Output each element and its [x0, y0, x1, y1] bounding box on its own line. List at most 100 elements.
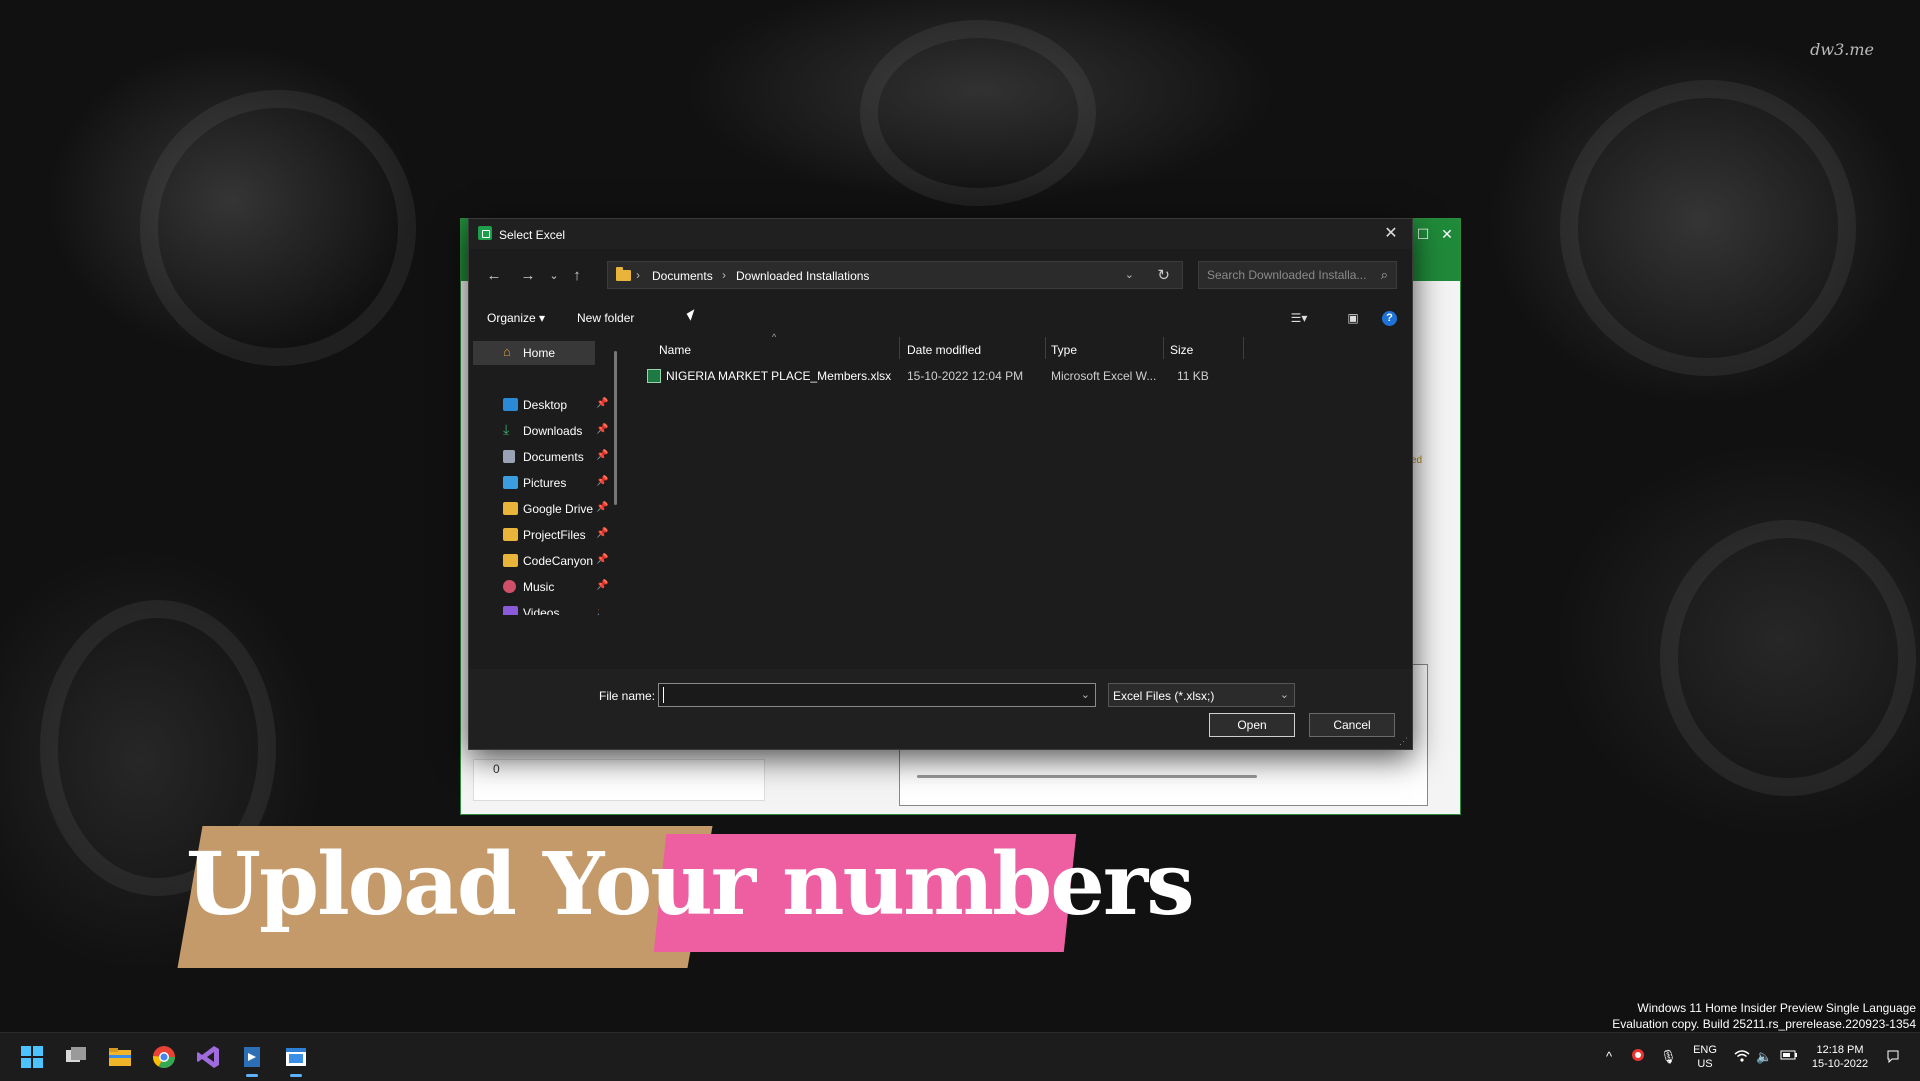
nav-item-videos[interactable]: Videos 📌 [469, 601, 599, 615]
column-divider[interactable] [1045, 337, 1046, 359]
active-app-icon[interactable] [280, 1041, 312, 1077]
column-divider[interactable] [1163, 337, 1164, 359]
home-icon: ⌂ [503, 344, 511, 359]
nav-item-label: Desktop [523, 398, 568, 412]
breadcrumb-separator: › [636, 268, 640, 282]
ornament-swirl [860, 20, 1096, 206]
preview-pane-icon[interactable]: ▣ [1341, 307, 1365, 329]
breadcrumb-downloaded-installations[interactable]: Downloaded Installations [736, 269, 869, 283]
file-date: 15-10-2022 12:04 PM [907, 369, 1024, 383]
cancel-button[interactable]: Cancel [1309, 713, 1395, 737]
nav-item-label: Downloads [523, 424, 583, 438]
nav-item-downloads[interactable]: ⤓ Downloads 📌 [469, 419, 608, 443]
open-button[interactable]: Open [1209, 713, 1295, 737]
excel-app-icon [478, 226, 492, 240]
clock-time: 12:18 PM [1816, 1044, 1864, 1056]
pin-icon: 📌 [596, 424, 609, 435]
nav-item-label: Music [523, 580, 555, 594]
address-bar[interactable]: › Documents › Downloaded Installations ⌄… [607, 261, 1183, 289]
nav-item-projectfiles[interactable]: ProjectFiles 📌 [469, 523, 608, 547]
resize-grip-icon[interactable]: ⋰ [1399, 736, 1408, 747]
breadcrumb-documents[interactable]: Documents [652, 269, 713, 283]
column-type[interactable]: Type [1051, 343, 1077, 357]
visual-studio-icon[interactable] [192, 1041, 224, 1073]
nav-item-home[interactable]: ⌂ Home [473, 341, 595, 365]
clock[interactable]: 12:18 PM 15-10-2022 [1808, 1043, 1872, 1071]
videos-icon [503, 606, 518, 615]
refresh-icon[interactable]: ↻ [1157, 266, 1170, 284]
search-box[interactable]: ⌕ [1198, 261, 1397, 289]
chevron-down-icon[interactable]: ⌄ [1125, 268, 1134, 281]
column-date-modified[interactable]: Date modified [907, 343, 981, 357]
music-icon [503, 580, 516, 593]
nav-item-music[interactable]: Music 📌 [469, 575, 608, 599]
column-size[interactable]: Size [1170, 343, 1193, 357]
forward-icon[interactable]: → [517, 265, 539, 287]
clock-date: 15-10-2022 [1811, 1058, 1869, 1070]
nav-scrollbar[interactable] [614, 351, 617, 505]
new-folder-button[interactable]: New folder [577, 311, 634, 325]
nav-item-label: Documents [523, 450, 584, 464]
evaluation-line-2: Evaluation copy. Build 25211.rs_prerelea… [1612, 1017, 1916, 1031]
pin-icon: 📌 [596, 398, 609, 409]
nav-item-desktop[interactable]: Desktop 📌 [469, 393, 608, 417]
recent-locations-icon[interactable]: ⌄ [543, 265, 565, 287]
show-hidden-icons[interactable]: ^ [1606, 1049, 1612, 1064]
battery-icon[interactable] [1780, 1049, 1798, 1064]
file-name-combobox[interactable]: ⌄ [658, 683, 1096, 707]
file-row[interactable]: NIGERIA MARKET PLACE_Members.xlsx 15-10-… [647, 365, 1367, 387]
file-type-value: Excel Files (*.xlsx;) [1113, 689, 1215, 703]
nav-item-google-drive[interactable]: Google Drive 📌 [469, 497, 608, 521]
nav-item-label: Home [523, 346, 556, 360]
ornament-swirl [1560, 80, 1856, 376]
task-view-icon[interactable] [60, 1041, 92, 1073]
windows-start-icon[interactable] [16, 1041, 48, 1073]
pictures-icon [503, 476, 518, 489]
search-icon: ⌕ [1380, 267, 1388, 282]
organize-menu[interactable]: Organize ▾ [487, 311, 545, 325]
view-options-icon[interactable]: ☰▾ [1287, 307, 1311, 329]
file-type: Microsoft Excel W... [1051, 369, 1157, 383]
record-icon[interactable] [1630, 1047, 1646, 1066]
folder-icon [503, 528, 518, 541]
language-code: ENG [1693, 1044, 1717, 1056]
nav-item-label: Google Drive [523, 502, 594, 516]
overlay-caption: Upload Your numbers [186, 834, 1195, 935]
language-indicator[interactable]: ENG US [1690, 1043, 1720, 1071]
microphone-icon[interactable]: 🎙 [1660, 1049, 1677, 1065]
close-icon[interactable]: ✕ [1380, 223, 1402, 245]
chrome-icon[interactable] [148, 1041, 180, 1073]
up-icon[interactable]: ↑ [566, 265, 588, 287]
background-scrollbar[interactable] [917, 775, 1257, 778]
notifications-icon[interactable] [1886, 1049, 1900, 1066]
file-type-select[interactable]: Excel Files (*.xlsx;) ⌄ [1108, 683, 1295, 707]
keyboard-region: US [1697, 1058, 1713, 1070]
file-explorer-icon[interactable] [104, 1041, 136, 1073]
nav-item-codecanyon[interactable]: CodeCanyon 📌 [469, 549, 608, 573]
column-name[interactable]: Name [659, 343, 691, 357]
volume-icon[interactable]: 🔈 [1756, 1049, 1772, 1065]
download-icon: ⤓ [503, 421, 510, 437]
close-icon[interactable]: ✕ [1436, 223, 1458, 245]
chevron-down-icon[interactable]: ⌄ [1280, 688, 1289, 701]
dialog-title: Select Excel [499, 228, 566, 242]
dialog-footer: File name: ⌄ Excel Files (*.xlsx;) ⌄ Ope… [469, 669, 1412, 749]
column-divider[interactable] [899, 337, 900, 359]
search-input[interactable] [1205, 267, 1369, 283]
maximize-icon[interactable]: ☐ [1412, 223, 1434, 245]
installer-icon[interactable] [236, 1041, 268, 1077]
documents-icon [503, 450, 515, 463]
help-icon[interactable]: ? [1382, 311, 1397, 326]
column-divider[interactable] [1243, 337, 1244, 359]
back-icon[interactable]: ← [483, 265, 505, 287]
nav-item-documents[interactable]: Documents 📌 [469, 445, 608, 469]
folder-icon [503, 502, 518, 515]
file-name-input[interactable] [663, 687, 1068, 703]
wifi-icon[interactable] [1734, 1049, 1750, 1066]
nav-item-pictures[interactable]: Pictures 📌 [469, 471, 608, 495]
nav-item-label: CodeCanyon [523, 554, 594, 568]
background-value: 0 [493, 762, 500, 776]
pin-icon: 📌 [596, 580, 609, 591]
open-file-dialog: Select Excel ✕ ← → ⌄ ↑ › Documents › Dow… [468, 218, 1413, 750]
chevron-down-icon[interactable]: ⌄ [1081, 688, 1090, 701]
